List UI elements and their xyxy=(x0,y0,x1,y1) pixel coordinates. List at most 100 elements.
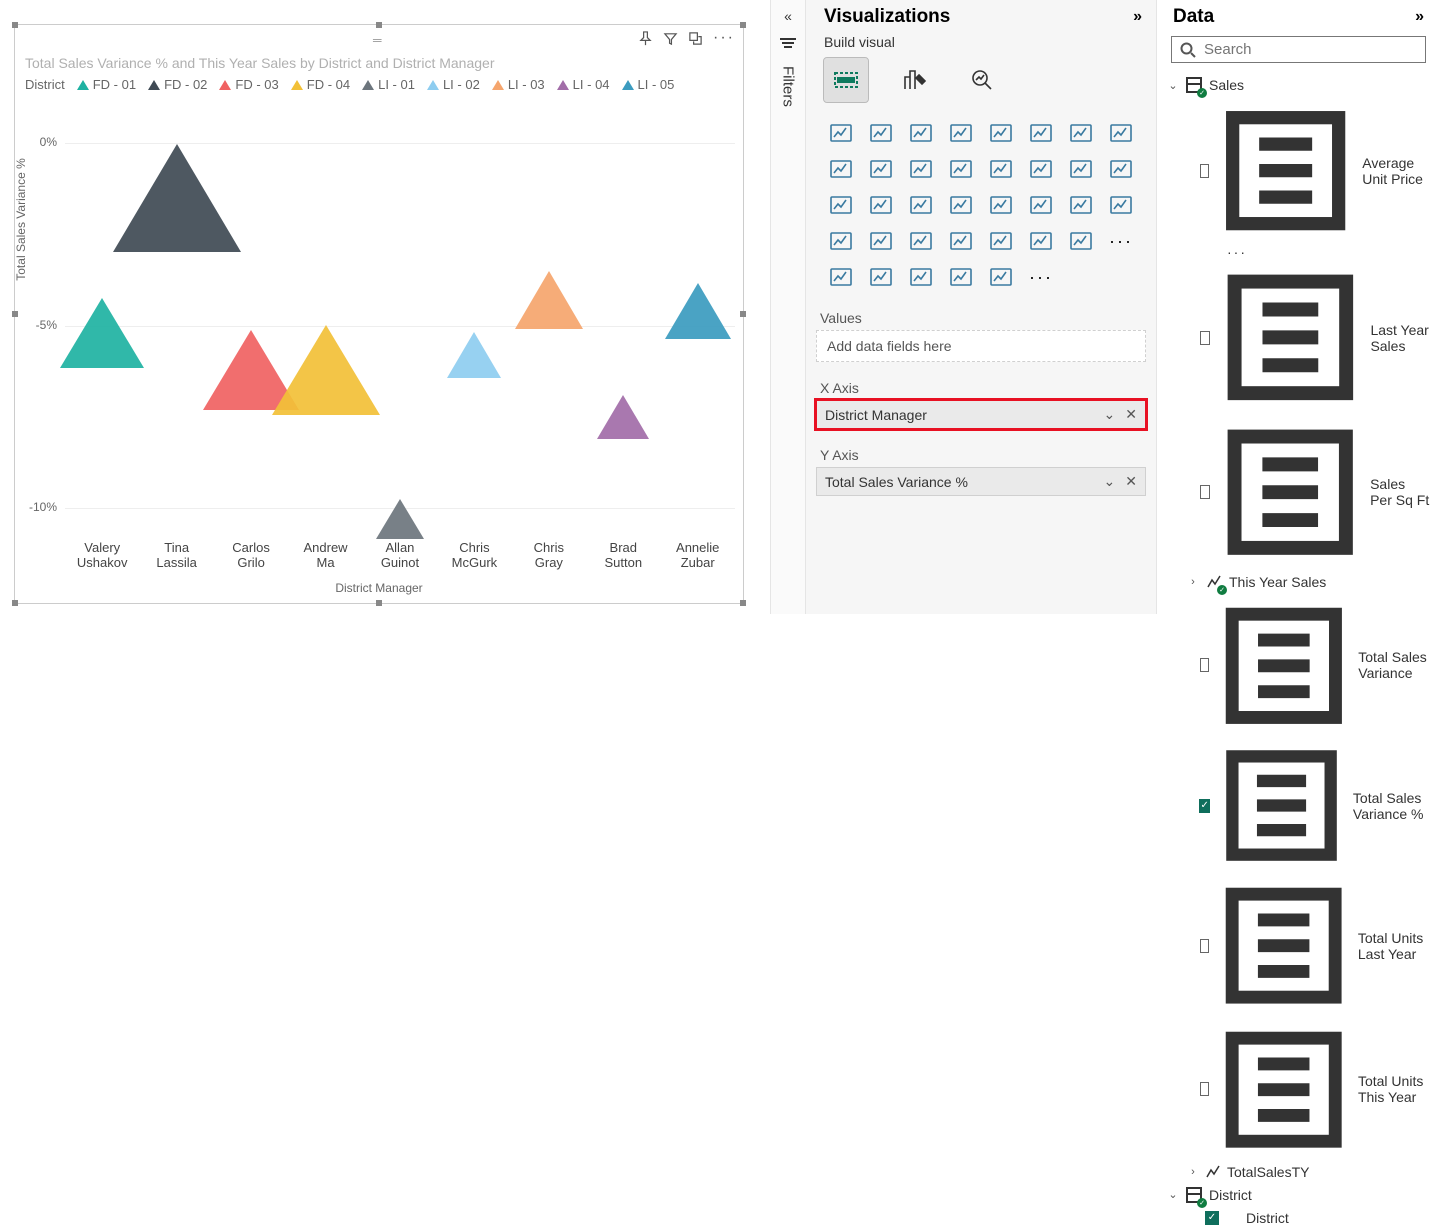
vis-type-waterfall[interactable] xyxy=(904,154,938,184)
legend-item[interactable]: LI - 03 xyxy=(492,77,545,92)
collapse-visualizations-icon[interactable]: » xyxy=(1133,8,1142,26)
field-total-sales-ty[interactable]: ›TotalSalesTY xyxy=(1187,1161,1430,1183)
vis-type-pie[interactable] xyxy=(1024,154,1058,184)
pin-icon[interactable] xyxy=(638,31,653,46)
yaxis-field-chip[interactable]: Total Sales Variance % ⌄✕ xyxy=(816,467,1146,496)
vis-type-line-clustered[interactable] xyxy=(1024,118,1058,148)
data-marker[interactable] xyxy=(515,271,583,329)
field-last-year-sales[interactable]: Last Year Sales xyxy=(1187,260,1430,415)
legend-item[interactable]: FD - 04 xyxy=(291,77,350,92)
legend-item[interactable]: LI - 02 xyxy=(427,77,480,92)
vis-type-funnel[interactable] xyxy=(944,154,978,184)
analytics-tab[interactable] xyxy=(960,58,1004,102)
data-marker[interactable] xyxy=(113,144,241,252)
resize-handle[interactable] xyxy=(376,600,382,606)
checkbox-checked[interactable]: ✓ xyxy=(1199,799,1209,813)
vis-type-matrix[interactable] xyxy=(1104,190,1138,220)
field-district[interactable]: ✓District xyxy=(1187,1207,1430,1228)
drag-grip-icon[interactable]: ═ xyxy=(373,33,382,47)
legend-item[interactable]: FD - 01 xyxy=(77,77,136,92)
field-total-units-last-year[interactable]: Total Units Last Year xyxy=(1187,874,1430,1017)
expand-filters-icon[interactable]: « xyxy=(784,8,792,24)
data-marker[interactable] xyxy=(272,325,380,415)
vis-type-area[interactable] xyxy=(1104,118,1138,148)
filter-icon[interactable] xyxy=(663,31,678,46)
field-this-year-sales[interactable]: ›✓This Year Sales xyxy=(1187,570,1430,594)
field-total-units-this-year[interactable]: Total Units This Year xyxy=(1187,1018,1430,1161)
legend-item[interactable]: FD - 03 xyxy=(219,77,278,92)
vis-type-clustered-column[interactable] xyxy=(944,118,978,148)
format-visual-tab[interactable] xyxy=(892,58,936,102)
plot-area[interactable]: Total Sales Variance % 0%-5%-10% xyxy=(65,125,735,545)
vis-type-ribbon[interactable] xyxy=(864,154,898,184)
more-options-icon[interactable]: ··· xyxy=(713,29,735,47)
vis-type-key-influencers[interactable] xyxy=(904,226,938,256)
vis-type-more[interactable]: ··· xyxy=(1104,226,1138,256)
vis-type-treemap[interactable] xyxy=(1104,154,1138,184)
vis-type-table[interactable] xyxy=(1064,190,1098,220)
checkbox[interactable] xyxy=(1200,939,1209,953)
vis-type-card[interactable] xyxy=(944,190,978,220)
more-icon[interactable]: ··· xyxy=(1187,244,1430,260)
vis-type-stacked-bar[interactable] xyxy=(824,118,858,148)
field-total-sales-variance[interactable]: Total Sales Variance xyxy=(1187,594,1430,738)
data-marker[interactable] xyxy=(447,332,501,378)
legend-item[interactable]: LI - 05 xyxy=(622,77,675,92)
checkbox[interactable] xyxy=(1200,331,1209,345)
checkbox[interactable] xyxy=(1200,485,1209,499)
vis-type-paginated[interactable] xyxy=(1064,226,1098,256)
search-input[interactable] xyxy=(1204,41,1417,58)
collapse-data-icon[interactable]: » xyxy=(1415,8,1424,26)
vis-type-more2[interactable]: ··· xyxy=(1024,262,1058,292)
chevron-down-icon[interactable]: ⌄ xyxy=(1104,473,1116,490)
vis-type-gauge[interactable] xyxy=(904,190,938,220)
vis-type-slicer[interactable] xyxy=(1024,190,1058,220)
checkbox[interactable] xyxy=(1200,164,1209,178)
vis-type-python-visual[interactable] xyxy=(864,226,898,256)
data-marker[interactable] xyxy=(597,395,649,439)
vis-type-line[interactable] xyxy=(824,154,858,184)
vis-type-powerapps[interactable] xyxy=(944,262,978,292)
vis-type-app-source[interactable] xyxy=(824,262,858,292)
resize-handle[interactable] xyxy=(740,600,746,606)
vis-type-r-visual[interactable] xyxy=(824,226,858,256)
checkbox[interactable] xyxy=(1200,658,1209,672)
checkbox[interactable] xyxy=(1200,1082,1209,1096)
legend-item[interactable]: LI - 01 xyxy=(362,77,415,92)
vis-type-scatter[interactable] xyxy=(984,154,1018,184)
remove-field-icon[interactable]: ✕ xyxy=(1125,473,1137,490)
data-marker[interactable] xyxy=(376,499,424,539)
legend-item[interactable]: FD - 02 xyxy=(148,77,207,92)
vis-type-column[interactable] xyxy=(1064,118,1098,148)
checkbox-checked[interactable]: ✓ xyxy=(1205,1211,1219,1225)
chevron-down-icon[interactable]: ⌄ xyxy=(1104,406,1116,423)
vis-type-decomposition[interactable] xyxy=(944,226,978,256)
vis-type-stacked-column-100[interactable] xyxy=(984,118,1018,148)
xaxis-field-chip[interactable]: District Manager ⌄✕ xyxy=(816,400,1146,429)
build-visual-tab[interactable] xyxy=(824,58,868,102)
search-box[interactable] xyxy=(1171,36,1426,63)
field-total-sales-variance-pct[interactable]: ✓Total Sales Variance % xyxy=(1187,737,1430,874)
table-sales[interactable]: ⌄ ✓ Sales xyxy=(1167,73,1430,97)
filters-pane-collapsed[interactable]: « Filters xyxy=(770,0,806,614)
vis-type-clustered-bar[interactable] xyxy=(864,118,898,148)
vis-type-arcgis[interactable] xyxy=(904,262,938,292)
scatter-visual[interactable]: ═ ··· Total Sales Variance % and This Ye… xyxy=(14,24,744,604)
vis-type-automate[interactable] xyxy=(984,262,1018,292)
report-canvas[interactable]: ═ ··· Total Sales Variance % and This Ye… xyxy=(0,0,770,614)
remove-field-icon[interactable]: ✕ xyxy=(1125,406,1137,423)
vis-type-template[interactable] xyxy=(864,262,898,292)
table-district[interactable]: ⌄ ✓ District xyxy=(1167,1183,1430,1207)
resize-handle[interactable] xyxy=(12,600,18,606)
vis-type-qa[interactable] xyxy=(984,226,1018,256)
field-sales-per-sqft[interactable]: Sales Per Sq Ft xyxy=(1187,415,1430,569)
vis-type-narrative[interactable] xyxy=(1024,226,1058,256)
vis-type-donut[interactable] xyxy=(1064,154,1098,184)
vis-type-kpi[interactable] xyxy=(984,190,1018,220)
focus-mode-icon[interactable] xyxy=(688,31,703,46)
data-marker[interactable] xyxy=(60,298,144,368)
legend-item[interactable]: LI - 04 xyxy=(557,77,610,92)
data-marker[interactable] xyxy=(665,283,731,339)
vis-type-map[interactable] xyxy=(824,190,858,220)
values-well[interactable]: Add data fields here xyxy=(816,330,1146,362)
